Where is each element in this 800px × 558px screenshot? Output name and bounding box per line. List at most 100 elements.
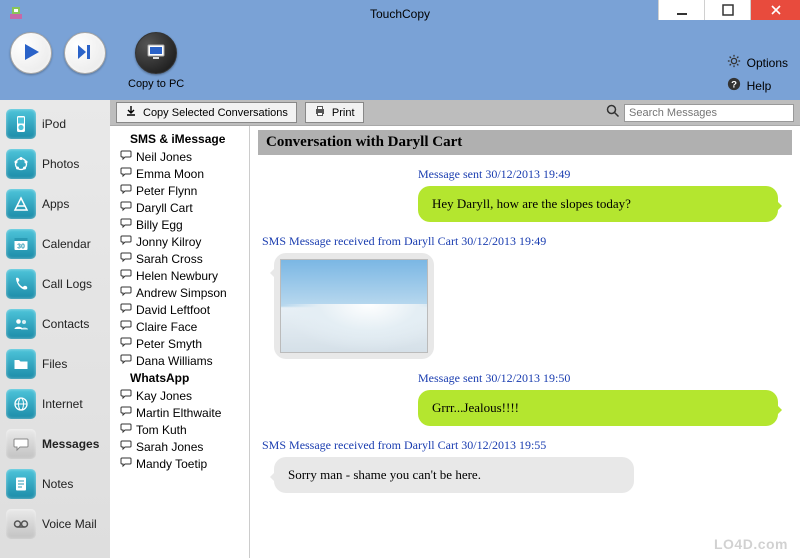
calendar-icon: 30 — [6, 229, 36, 259]
chat-bubble-icon — [120, 388, 132, 403]
contact-group-header: SMS & iMessage — [114, 130, 245, 148]
sidebar-item-voicemail[interactable]: Voice Mail — [4, 506, 106, 542]
sidebar-item-messages[interactable]: Messages — [4, 426, 106, 462]
contact-item[interactable]: Claire Face — [114, 318, 245, 335]
chat-bubble-icon — [120, 319, 132, 334]
sidebar-item-files[interactable]: Files — [4, 346, 106, 382]
contact-name: Tom Kuth — [136, 423, 187, 437]
contact-name: Sarah Cross — [136, 252, 203, 266]
contact-name: Helen Newbury — [136, 269, 218, 283]
copy-to-pc-button[interactable] — [135, 32, 177, 74]
contact-item[interactable]: Andrew Simpson — [114, 284, 245, 301]
contact-item[interactable]: Tom Kuth — [114, 421, 245, 438]
maximize-button[interactable] — [704, 0, 750, 20]
options-link[interactable]: Options — [727, 54, 788, 71]
phone-icon — [6, 269, 36, 299]
contact-name: Jonny Kilroy — [136, 235, 201, 249]
chat-bubble-icon — [120, 149, 132, 164]
chat-bubble-icon — [120, 234, 132, 249]
message-meta: Message sent 30/12/2013 19:49 — [418, 167, 792, 182]
help-icon: ? — [727, 77, 741, 94]
chat-bubble-icon — [120, 405, 132, 420]
sidebar-item-internet[interactable]: Internet — [4, 386, 106, 422]
chat-bubble-icon — [120, 200, 132, 215]
sidebar-item-label: Calendar — [42, 237, 91, 251]
chat-bubble-icon — [120, 285, 132, 300]
contact-item[interactable]: Peter Flynn — [114, 182, 245, 199]
print-icon — [314, 105, 326, 120]
title-bar: TouchCopy — [0, 0, 800, 28]
contact-item[interactable]: David Leftfoot — [114, 301, 245, 318]
chat-bubble-icon — [120, 166, 132, 181]
photos-icon — [6, 149, 36, 179]
contact-name: David Leftfoot — [136, 303, 210, 317]
chat-bubble-icon — [120, 336, 132, 351]
sidebar-item-ipod[interactable]: iPod — [4, 106, 106, 142]
sidebar-item-label: Voice Mail — [42, 517, 97, 531]
play-button[interactable] — [10, 32, 52, 74]
contact-item[interactable]: Billy Egg — [114, 216, 245, 233]
message-bubble-received — [274, 253, 434, 359]
copy-to-pc-label: Copy to PC — [128, 78, 184, 90]
chat-bubble-icon — [120, 183, 132, 198]
contact-item[interactable]: Dana Williams — [114, 352, 245, 369]
contact-name: Andrew Simpson — [136, 286, 227, 300]
conversation-pane[interactable]: Conversation with Daryll Cart Message se… — [250, 126, 800, 558]
sidebar-item-label: Contacts — [42, 317, 89, 331]
help-label: Help — [747, 79, 772, 93]
next-button[interactable] — [64, 32, 106, 74]
close-button[interactable] — [750, 0, 800, 20]
conversation-title: Conversation with Daryll Cart — [258, 130, 792, 155]
contact-item[interactable]: Peter Smyth — [114, 335, 245, 352]
sidebar-item-notes[interactable]: Notes — [4, 466, 106, 502]
contact-name: Mandy Toetip — [136, 457, 207, 471]
contact-item[interactable]: Emma Moon — [114, 165, 245, 182]
copy-selected-button[interactable]: Copy Selected Conversations — [116, 102, 297, 123]
chat-bubble-icon — [120, 422, 132, 437]
chat-bubble-icon — [120, 456, 132, 471]
sidebar-item-contacts[interactable]: Contacts — [4, 306, 106, 342]
voicemail-icon — [6, 509, 36, 539]
print-label: Print — [332, 107, 355, 119]
contact-item[interactable]: Sarah Cross — [114, 250, 245, 267]
contact-item[interactable]: Kay Jones — [114, 387, 245, 404]
sidebar-item-label: Internet — [42, 397, 83, 411]
action-bar: Copy Selected Conversations Print — [110, 100, 800, 126]
contact-item[interactable]: Neil Jones — [114, 148, 245, 165]
message-bubble-sent: Hey Daryll, how are the slopes today? — [418, 186, 778, 222]
monitor-icon — [146, 42, 166, 65]
sidebar-item-label: Messages — [42, 437, 99, 451]
contact-name: Dana Williams — [136, 354, 213, 368]
search-input[interactable] — [624, 104, 794, 122]
contact-list[interactable]: SMS & iMessageNeil JonesEmma MoonPeter F… — [110, 126, 250, 558]
sidebar-item-apps[interactable]: Apps — [4, 186, 106, 222]
contact-item[interactable]: Jonny Kilroy — [114, 233, 245, 250]
contact-item[interactable]: Daryll Cart — [114, 199, 245, 216]
files-icon — [6, 349, 36, 379]
app-icon — [8, 5, 24, 21]
sidebar-item-photos[interactable]: Photos — [4, 146, 106, 182]
help-link[interactable]: ? Help — [727, 77, 788, 94]
next-icon — [75, 42, 95, 65]
watermark: LO4D.com — [714, 536, 788, 552]
sidebar-item-calendar[interactable]: 30 Calendar — [4, 226, 106, 262]
contact-item[interactable]: Martin Elthwaite — [114, 404, 245, 421]
svg-text:30: 30 — [17, 244, 25, 251]
contact-name: Claire Face — [136, 320, 197, 334]
chat-bubble-icon — [120, 439, 132, 454]
apps-icon — [6, 189, 36, 219]
contact-item[interactable]: Sarah Jones — [114, 438, 245, 455]
sidebar-item-label: Call Logs — [42, 277, 92, 291]
chat-bubble-icon — [120, 302, 132, 317]
contact-item[interactable]: Helen Newbury — [114, 267, 245, 284]
top-toolbar: Copy to PC Options ? Help — [0, 28, 800, 100]
contacts-icon — [6, 309, 36, 339]
contact-name: Sarah Jones — [136, 440, 203, 454]
notes-icon — [6, 469, 36, 499]
print-button[interactable]: Print — [305, 102, 364, 123]
sidebar-item-call-logs[interactable]: Call Logs — [4, 266, 106, 302]
copy-selected-label: Copy Selected Conversations — [143, 107, 288, 119]
message-meta: SMS Message received from Daryll Cart 30… — [262, 234, 792, 249]
minimize-button[interactable] — [658, 0, 704, 20]
contact-item[interactable]: Mandy Toetip — [114, 455, 245, 472]
